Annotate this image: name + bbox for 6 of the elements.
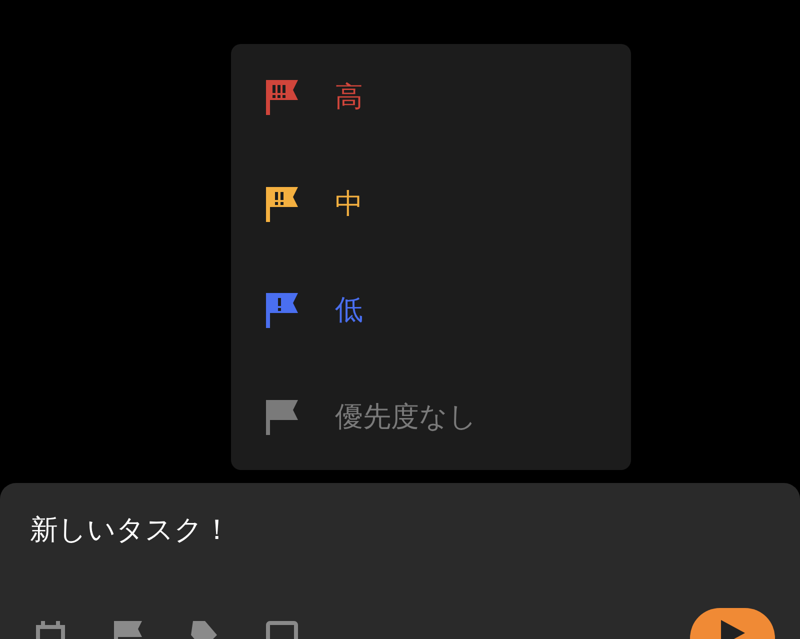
priority-option[interactable]: 低 xyxy=(335,291,363,330)
priority-option[interactable]: 優先度なし xyxy=(335,398,477,436)
priority-option[interactable]: 高 xyxy=(335,78,363,116)
task-input-field[interactable]: 新しいタスク！ xyxy=(30,513,430,546)
send-icon xyxy=(720,620,744,639)
priority-option[interactable]: 中 xyxy=(335,184,363,223)
